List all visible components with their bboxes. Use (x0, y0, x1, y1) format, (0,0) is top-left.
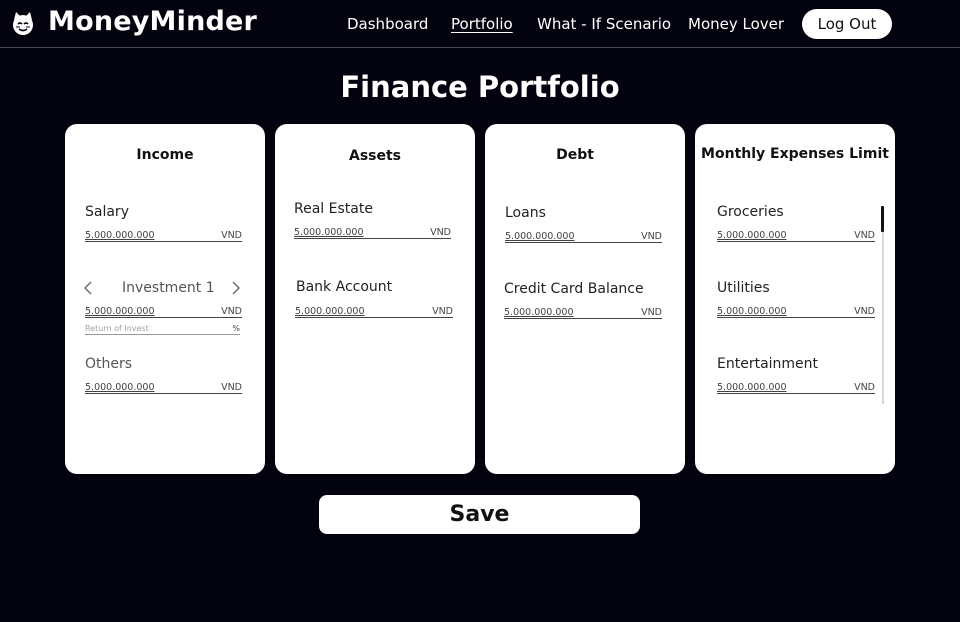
real-estate-input[interactable]: 5.000.000.000 VND (294, 227, 451, 239)
real-estate-unit: VND (430, 227, 451, 238)
investment-value: 5.000.000.000 (85, 306, 155, 317)
others-value: 5.000.000.000 (85, 382, 155, 393)
top-navigation-bar: MoneyMinder Dashboard Portfolio What - I… (0, 0, 960, 48)
nav-what-if-scenario[interactable]: What - If Scenario (537, 15, 671, 33)
return-of-invest-placeholder: Return of Invest (85, 324, 149, 333)
bank-account-value: 5.000.000.000 (295, 306, 365, 317)
chevron-left-icon[interactable] (82, 280, 94, 296)
entertainment-label: Entertainment (717, 356, 819, 372)
return-of-invest-input[interactable]: Return of Invest % (85, 324, 240, 335)
page-title: Finance Portfolio (340, 70, 620, 104)
utilities-value: 5.000.000.000 (717, 306, 787, 317)
expenses-scrollbar-thumb[interactable] (881, 206, 884, 232)
debt-card: Debt Loans 5.000.000.000 VND Credit Card… (485, 124, 685, 474)
bank-account-input[interactable]: 5.000.000.000 VND (295, 306, 453, 318)
investment-input[interactable]: 5.000.000.000 VND (85, 306, 242, 318)
salary-input[interactable]: 5.000.000.000 VND (85, 230, 242, 242)
monthly-expenses-card: Monthly Expenses Limit Groceries 5.000.0… (695, 124, 895, 474)
investment-unit: VND (221, 306, 242, 317)
salary-value: 5.000.000.000 (85, 230, 155, 241)
others-input[interactable]: 5.000.000.000 VND (85, 382, 242, 394)
utilities-label: Utilities (717, 280, 770, 296)
nav-dashboard[interactable]: Dashboard (347, 15, 428, 33)
chevron-right-icon[interactable] (230, 280, 242, 296)
loans-input[interactable]: 5.000.000.000 VND (505, 231, 662, 243)
assets-card: Assets Real Estate 5.000.000.000 VND Ban… (275, 124, 475, 474)
entertainment-input[interactable]: 5.000.000.000 VND (717, 382, 875, 394)
credit-card-balance-label: Credit Card Balance (504, 281, 644, 297)
others-label: Others (85, 356, 133, 372)
bank-account-label: Bank Account (296, 279, 393, 295)
loans-label: Loans (505, 205, 546, 221)
nav-money-lover[interactable]: Money Lover (688, 15, 784, 33)
cat-head-icon[interactable] (10, 11, 36, 37)
real-estate-label: Real Estate (294, 201, 373, 217)
credit-card-balance-unit: VND (641, 307, 662, 318)
return-of-invest-unit: % (232, 324, 240, 333)
bank-account-unit: VND (432, 306, 453, 317)
income-card: Income Salary 5.000.000.000 VND Investme… (65, 124, 265, 474)
groceries-value: 5.000.000.000 (717, 230, 787, 241)
investment-label: Investment 1 (122, 280, 215, 296)
debt-card-title: Debt (556, 147, 594, 163)
brand-name[interactable]: MoneyMinder (48, 6, 257, 37)
credit-card-balance-input[interactable]: 5.000.000.000 VND (504, 307, 662, 319)
groceries-label: Groceries (717, 204, 784, 220)
groceries-unit: VND (854, 230, 875, 241)
entertainment-value: 5.000.000.000 (717, 382, 787, 393)
salary-unit: VND (221, 230, 242, 241)
logout-button[interactable]: Log Out (802, 9, 892, 39)
income-card-title: Income (136, 147, 194, 163)
groceries-input[interactable]: 5.000.000.000 VND (717, 230, 875, 242)
nav-portfolio[interactable]: Portfolio (451, 15, 513, 33)
utilities-input[interactable]: 5.000.000.000 VND (717, 306, 875, 318)
assets-card-title: Assets (348, 148, 402, 164)
loans-value: 5.000.000.000 (505, 231, 575, 242)
entertainment-unit: VND (854, 382, 875, 393)
save-button[interactable]: Save (319, 495, 640, 534)
real-estate-value: 5.000.000.000 (294, 227, 364, 238)
salary-label: Salary (85, 204, 129, 220)
loans-unit: VND (641, 231, 662, 242)
others-unit: VND (221, 382, 242, 393)
utilities-unit: VND (854, 306, 875, 317)
monthly-expenses-card-title: Monthly Expenses Limit (701, 146, 889, 162)
credit-card-balance-value: 5.000.000.000 (504, 307, 574, 318)
expenses-scrollbar-track[interactable] (882, 206, 884, 404)
